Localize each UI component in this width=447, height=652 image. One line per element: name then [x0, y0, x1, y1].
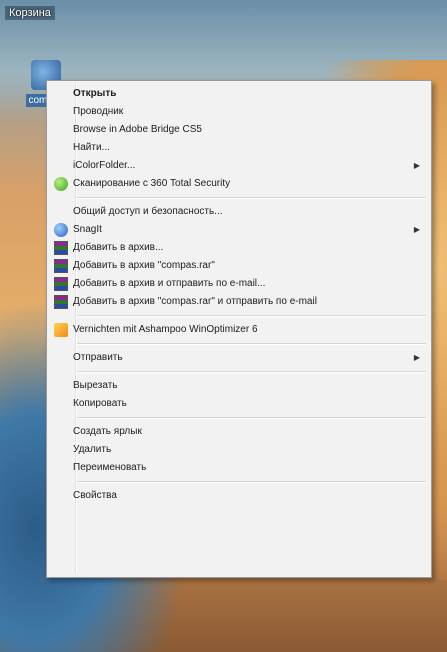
recycle-bin-label[interactable]: Корзина [5, 6, 55, 20]
menu-item-snagit[interactable]: SnagIt ▶ [50, 221, 428, 239]
menu-separator [76, 481, 426, 483]
snagit-icon [54, 223, 68, 237]
winrar-icon [54, 241, 68, 255]
menu-item-cut[interactable]: Вырезать [50, 377, 428, 395]
menu-separator [76, 197, 426, 199]
menu-separator [76, 371, 426, 373]
menu-separator [76, 315, 426, 317]
menu-item-label: Создать ярлык [73, 426, 142, 437]
menu-item-rename[interactable]: Переименовать [50, 459, 428, 477]
menu-item-label: SnagIt [73, 224, 102, 235]
submenu-arrow-icon: ▶ [413, 225, 420, 234]
menu-item-label: Переименовать [73, 462, 147, 473]
menu-item-label: Вырезать [73, 380, 118, 391]
menu-item-label: Удалить [73, 444, 112, 455]
menu-separator [76, 343, 426, 345]
menu-item-label: Browse in Adobe Bridge CS5 [73, 124, 202, 135]
submenu-arrow-icon: ▶ [413, 353, 420, 362]
menu-item-archive-and-email[interactable]: Добавить в архив и отправить по e-mail..… [50, 275, 428, 293]
menu-item-adobe-bridge[interactable]: Browse in Adobe Bridge CS5 [50, 121, 428, 139]
submenu-arrow-icon: ▶ [413, 161, 420, 170]
menu-item-add-to-compas-rar[interactable]: Добавить в архив "compas.rar" [50, 257, 428, 275]
menu-item-ashampoo[interactable]: Vernichten mit Ashampoo WinOptimizer 6 [50, 321, 428, 339]
menu-item-label: Свойства [73, 490, 117, 501]
menu-item-label: Открыть [73, 88, 117, 99]
context-menu: Открыть Проводник Browse in Adobe Bridge… [46, 80, 432, 578]
menu-item-label: Отправить [73, 352, 123, 363]
menu-item-label: Найти... [73, 142, 110, 153]
ashampoo-icon [54, 323, 68, 337]
menu-item-label: Добавить в архив и отправить по e-mail..… [73, 278, 266, 289]
menu-item-delete[interactable]: Удалить [50, 441, 428, 459]
menu-item-find[interactable]: Найти... [50, 139, 428, 157]
menu-item-label: Vernichten mit Ashampoo WinOptimizer 6 [73, 324, 258, 335]
menu-item-label: Копировать [73, 398, 127, 409]
menu-item-sharing[interactable]: Общий доступ и безопасность... [50, 203, 428, 221]
menu-item-label: Добавить в архив "compas.rar" [73, 260, 215, 271]
winrar-icon [54, 259, 68, 273]
menu-item-label: iColorFolder... [73, 160, 136, 171]
menu-item-label: Общий доступ и безопасность... [73, 206, 223, 217]
menu-item-label: Сканирование с 360 Total Security [73, 178, 231, 189]
menu-item-create-shortcut[interactable]: Создать ярлык [50, 423, 428, 441]
360-security-icon [54, 177, 68, 191]
winrar-icon [54, 277, 68, 291]
desktop-background: Корзина compas Открыть Проводник Browse … [0, 0, 447, 652]
menu-separator [76, 417, 426, 419]
menu-item-explorer[interactable]: Проводник [50, 103, 428, 121]
menu-item-label: Проводник [73, 106, 124, 117]
menu-item-compas-rar-and-email[interactable]: Добавить в архив "compas.rar" и отправит… [50, 293, 428, 311]
winrar-icon [54, 295, 68, 309]
menu-item-properties[interactable]: Свойства [50, 487, 428, 505]
menu-item-360-scan[interactable]: Сканирование с 360 Total Security [50, 175, 428, 193]
menu-item-open[interactable]: Открыть [50, 85, 428, 103]
menu-item-send-to[interactable]: Отправить ▶ [50, 349, 428, 367]
menu-item-label: Добавить в архив... [73, 242, 164, 253]
menu-item-icolorfolder[interactable]: iColorFolder... ▶ [50, 157, 428, 175]
menu-item-add-to-archive[interactable]: Добавить в архив... [50, 239, 428, 257]
menu-item-copy[interactable]: Копировать [50, 395, 428, 413]
menu-item-label: Добавить в архив "compas.rar" и отправит… [73, 296, 317, 307]
